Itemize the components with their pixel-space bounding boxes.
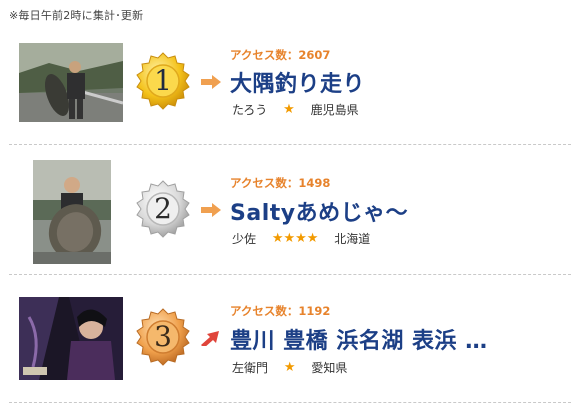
region: 愛知県 — [311, 361, 348, 375]
author-name[interactable]: 少佐 — [232, 230, 256, 247]
divider — [9, 402, 571, 403]
star-rating: ★★★★ — [271, 231, 319, 246]
flat-arrow-icon — [201, 75, 221, 89]
star-rating: ★ — [283, 360, 296, 375]
access-count: アクセス数：2607 — [230, 48, 331, 62]
blog-thumbnail[interactable] — [19, 43, 123, 122]
update-note: ※毎日午前2時に集計･更新 — [9, 9, 144, 22]
divider — [9, 144, 571, 145]
blog-thumbnail[interactable] — [19, 297, 123, 380]
region: 鹿児島県 — [310, 103, 359, 117]
blog-title-link[interactable]: 大隅釣り走り — [230, 66, 365, 98]
blog-title-link[interactable]: 豊川 豊橋 浜名湖 表浜 … — [230, 323, 488, 355]
blog-thumbnail[interactable] — [33, 160, 111, 264]
author-name[interactable]: たろう — [232, 101, 267, 118]
blog-title-link[interactable]: Saltyあめじゃ〜 — [230, 195, 408, 227]
flat-arrow-icon — [201, 203, 221, 217]
entry-meta: たろう ★ 鹿児島県 — [232, 101, 359, 118]
entry-meta: 少佐 ★★★★ 北海道 — [232, 230, 370, 247]
author-name[interactable]: 左衛門 — [232, 359, 268, 376]
access-count: アクセス数：1192 — [230, 304, 331, 318]
rank-number: 2 — [154, 192, 172, 225]
region: 北海道 — [334, 232, 371, 246]
star-rating: ★ — [283, 102, 295, 117]
divider — [9, 274, 571, 275]
up-arrow-icon — [201, 331, 219, 346]
entry-meta: 左衛門 ★ 愛知県 — [232, 359, 347, 376]
rank-number: 1 — [154, 64, 172, 97]
access-count: アクセス数：1498 — [230, 176, 331, 190]
rank-number: 3 — [154, 320, 172, 353]
